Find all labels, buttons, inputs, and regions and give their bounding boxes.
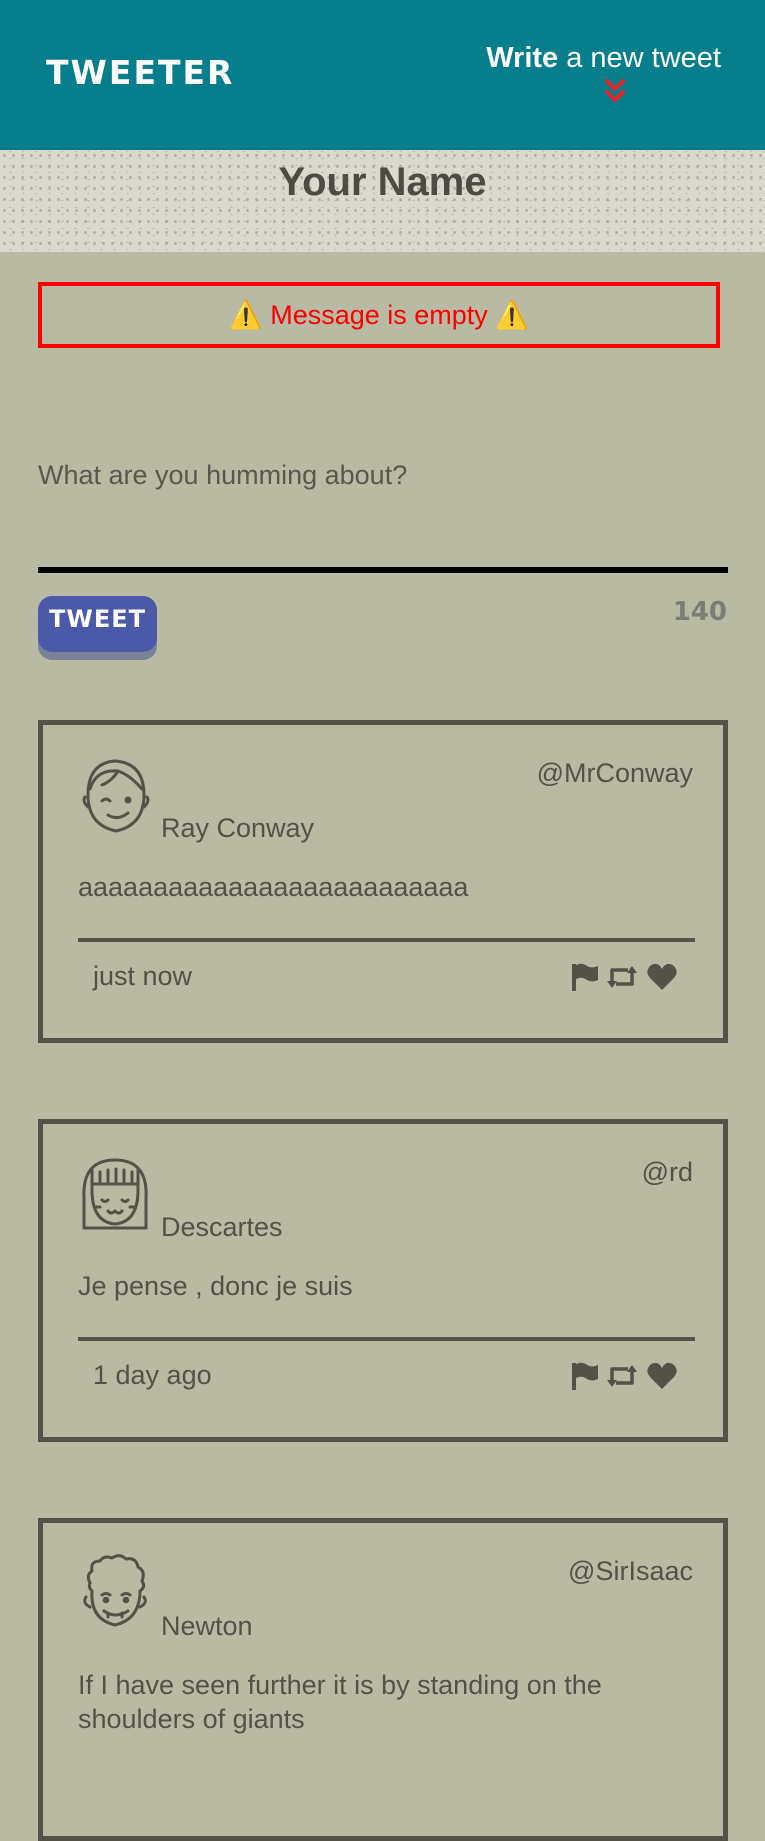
tweet-timestamp: just now xyxy=(93,961,193,991)
tweet-author-handle[interactable]: @MrConway xyxy=(537,755,693,791)
top-nav: TWEETER Write a new tweet xyxy=(0,0,765,150)
write-new-tweet-label: Write a new tweet xyxy=(481,38,721,78)
tweet-divider xyxy=(78,938,695,942)
double-chevron-down-icon[interactable] xyxy=(604,78,626,104)
textarea-underline xyxy=(38,567,728,573)
heart-icon[interactable] xyxy=(646,961,678,993)
boy-face-icon xyxy=(82,759,150,833)
tweet-text: Je pense , donc je suis xyxy=(78,1271,353,1301)
retweet-icon[interactable] xyxy=(606,961,638,993)
tweet-author-handle[interactable]: @rd xyxy=(642,1154,693,1190)
tweet-card: Descartes @rd Je pense , donc je suis 1 … xyxy=(38,1119,728,1442)
tweet-author-name: Newton xyxy=(161,1611,253,1641)
tweet-timestamp: 1 day ago xyxy=(93,1360,212,1390)
error-message: ⚠️ Message is empty ⚠️ xyxy=(38,282,720,348)
profile-header: Your Name xyxy=(0,150,765,252)
tweet-submit-button[interactable]: TWEET xyxy=(38,596,157,652)
tweet-actions xyxy=(568,1360,678,1392)
tweet-divider xyxy=(78,1337,695,1341)
tweet-textarea[interactable]: What are you humming about? xyxy=(38,455,728,495)
profile-name: Your Name xyxy=(278,160,487,204)
tweet-actions xyxy=(568,961,678,993)
tweet-card: Ray Conway @MrConway aaaaaaaaaaaaaaaaaaa… xyxy=(38,720,728,1043)
tweet-author-name: Ray Conway xyxy=(161,813,315,843)
write-rest-label: a new tweet xyxy=(566,42,721,74)
tweet-text: aaaaaaaaaaaaaaaaaaaaaaaaaa xyxy=(78,872,469,902)
flag-icon[interactable] xyxy=(568,1360,600,1392)
flag-icon[interactable] xyxy=(568,961,600,993)
character-counter: 140 xyxy=(672,597,727,627)
write-new-tweet-toggle[interactable]: Write a new tweet xyxy=(481,38,721,102)
curly-hair-face-icon xyxy=(83,1554,147,1627)
girl-face-icon xyxy=(82,1158,148,1230)
retweet-icon[interactable] xyxy=(606,1360,638,1392)
write-bold-label: Write xyxy=(486,42,559,74)
tweet-author-name: Descartes xyxy=(161,1212,283,1242)
brand-logo[interactable]: TWEETER xyxy=(46,50,234,96)
tweet-text: If I have seen further it is by standing… xyxy=(78,1670,602,1734)
heart-icon[interactable] xyxy=(646,1360,678,1392)
tweet-card: Newton @SirIsaac If I have seen further … xyxy=(38,1518,728,1841)
tweet-author-handle[interactable]: @SirIsaac xyxy=(568,1553,693,1589)
